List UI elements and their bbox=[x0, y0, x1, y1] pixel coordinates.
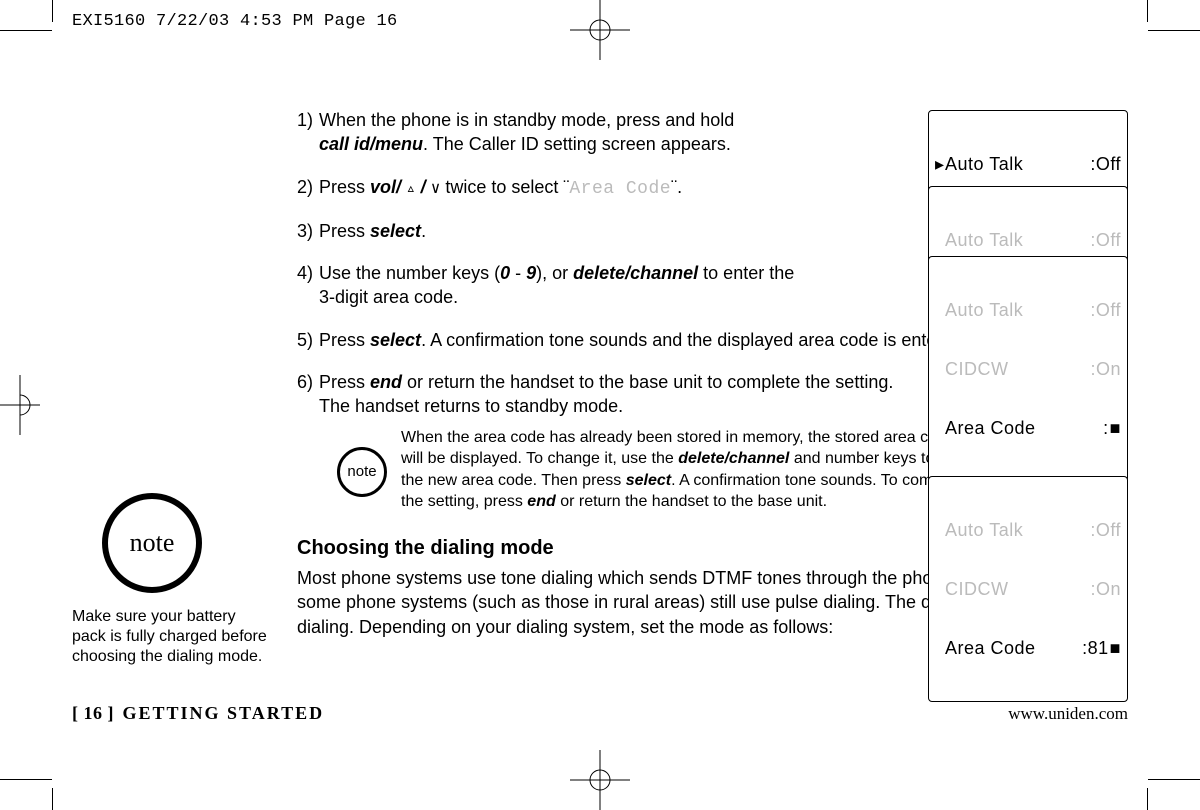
registration-mark-left bbox=[0, 375, 40, 435]
lcd-screenshot-4: Auto Talk:Off CIDCW:On Area Code:81 bbox=[928, 476, 1128, 702]
crop-line bbox=[1147, 788, 1148, 810]
page-number: [ 16 ] bbox=[72, 703, 114, 723]
lcd-screenshot-3: Auto Talk:Off CIDCW:On Area Code: bbox=[928, 256, 1128, 482]
registration-mark-bottom bbox=[570, 750, 630, 810]
step-3: 3)Press select. bbox=[297, 219, 917, 243]
page-footer: [ 16 ] GETTING STARTED www.uniden.com bbox=[72, 703, 1128, 724]
note-label: note bbox=[130, 528, 175, 558]
down-arrow-icon: ∨ bbox=[431, 180, 441, 198]
note-icon: note bbox=[102, 493, 202, 593]
crop-line bbox=[52, 788, 53, 810]
crop-line bbox=[1148, 779, 1200, 780]
step-4: 4)Use the number keys (0 - 9), or delete… bbox=[297, 261, 917, 310]
main-content: 1)When the phone is in standby mode, pre… bbox=[297, 108, 1128, 639]
crop-line bbox=[0, 30, 52, 31]
sidebar: note Make sure your battery pack is full… bbox=[72, 493, 272, 667]
crop-line bbox=[0, 779, 52, 780]
footer-url: www.uniden.com bbox=[1008, 704, 1128, 724]
crop-line bbox=[1147, 0, 1148, 22]
footer-section: GETTING STARTED bbox=[123, 703, 325, 723]
sidebar-note-text: Make sure your battery pack is fully cha… bbox=[72, 607, 272, 667]
crop-line bbox=[1148, 30, 1200, 31]
crop-line bbox=[52, 0, 53, 22]
note-icon: note bbox=[337, 447, 387, 497]
up-arrow-icon: ▵ bbox=[406, 180, 416, 198]
step-1: 1)When the phone is in standby mode, pre… bbox=[297, 108, 917, 157]
print-job-header: EXI5160 7/22/03 4:53 PM Page 16 bbox=[72, 12, 398, 31]
inline-note: note When the area code has already been… bbox=[337, 427, 977, 513]
inline-note-text: When the area code has already been stor… bbox=[401, 427, 977, 513]
registration-mark-top bbox=[570, 0, 630, 60]
step-2: 2)Press vol/ ▵ / ∨ twice to select ¨Area… bbox=[297, 175, 917, 201]
